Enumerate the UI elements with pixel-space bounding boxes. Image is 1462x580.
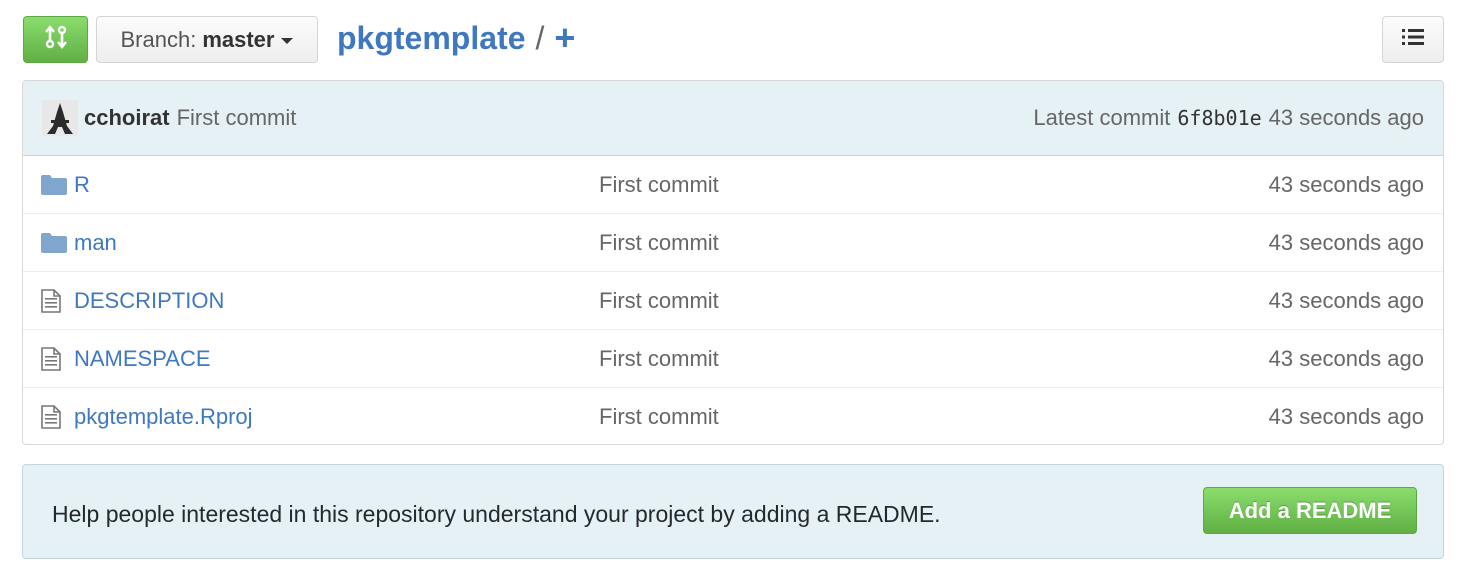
- file-name-link[interactable]: NAMESPACE: [74, 346, 211, 372]
- commit-age: 43 seconds ago: [1268, 105, 1424, 130]
- repo-name-link[interactable]: pkgtemplate: [337, 20, 525, 57]
- add-readme-button[interactable]: Add a README: [1203, 487, 1417, 534]
- breadcrumb: pkgtemplate / +: [337, 14, 575, 62]
- readme-prompt-box: Help people interested in this repositor…: [22, 464, 1444, 559]
- caret-down-icon: [281, 38, 294, 44]
- file-commit-age: 43 seconds ago: [1268, 171, 1424, 197]
- compare-button[interactable]: [23, 16, 88, 63]
- branch-name: master: [202, 26, 275, 52]
- git-compare-icon: [43, 24, 69, 55]
- folder-icon: [41, 214, 67, 272]
- branch-select-button[interactable]: Branch: master: [96, 16, 318, 63]
- file-row: NAMESPACE First commit 43 seconds ago: [23, 330, 1443, 388]
- file-name-link[interactable]: man: [74, 230, 117, 256]
- file-text-icon: [41, 330, 61, 388]
- latest-commit-label: Latest commit: [1033, 105, 1171, 130]
- file-commit-message[interactable]: First commit: [599, 230, 719, 256]
- file-commit-age: 43 seconds ago: [1268, 287, 1424, 313]
- file-table: cchoirat First commit Latest commit 6f8b…: [22, 80, 1444, 445]
- file-row: DESCRIPTION First commit 43 seconds ago: [23, 272, 1443, 330]
- file-row: man First commit 43 seconds ago: [23, 214, 1443, 272]
- breadcrumb-separator: /: [535, 19, 545, 56]
- file-row: pkgtemplate.Rproj First commit 43 seconds …: [23, 388, 1443, 444]
- commit-author[interactable]: cchoirat: [84, 105, 170, 131]
- toggle-list-button[interactable]: [1382, 16, 1444, 63]
- file-commit-message[interactable]: First commit: [599, 346, 719, 372]
- file-text-icon: [41, 388, 61, 444]
- avatar[interactable]: [42, 100, 78, 136]
- folder-icon: [41, 156, 67, 214]
- file-commit-message[interactable]: First commit: [599, 288, 719, 314]
- latest-commit-info: Latest commit 6f8b01e 43 seconds ago: [1033, 105, 1424, 131]
- branch-label: Branch:: [120, 26, 197, 52]
- file-text-icon: [41, 272, 61, 330]
- readme-prompt-text: Help people interested in this repositor…: [52, 501, 941, 527]
- list-icon: [1402, 28, 1424, 51]
- add-file-button[interactable]: +: [554, 20, 575, 56]
- file-commit-age: 43 seconds ago: [1268, 404, 1424, 429]
- commit-sha-link[interactable]: 6f8b01e: [1177, 106, 1261, 130]
- commit-message[interactable]: First commit: [177, 105, 297, 131]
- file-commit-age: 43 seconds ago: [1268, 229, 1424, 255]
- latest-commit-bar: cchoirat First commit Latest commit 6f8b…: [23, 81, 1443, 156]
- file-name-link[interactable]: DESCRIPTION: [74, 288, 224, 314]
- file-commit-age: 43 seconds ago: [1268, 345, 1424, 371]
- file-commit-message[interactable]: First commit: [599, 404, 719, 430]
- file-name-link[interactable]: pkgtemplate.Rproj: [74, 404, 253, 430]
- file-row: R First commit 43 seconds ago: [23, 156, 1443, 214]
- file-name-link[interactable]: R: [74, 172, 90, 198]
- file-commit-message[interactable]: First commit: [599, 172, 719, 198]
